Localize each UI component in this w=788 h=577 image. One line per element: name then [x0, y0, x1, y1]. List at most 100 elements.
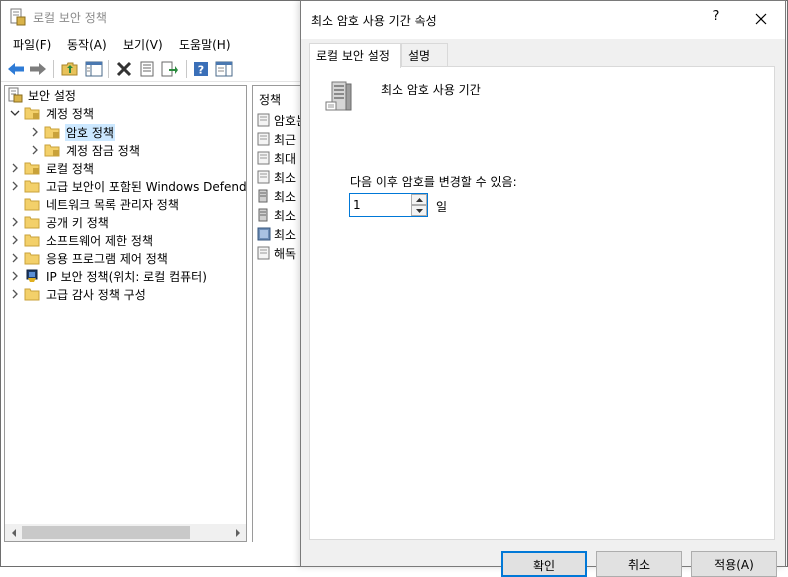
tree-item-public-key-policies[interactable]: 공개 키 정책 — [9, 213, 110, 231]
show-hide-tree-icon[interactable] — [84, 59, 104, 79]
tree-item-software-restriction[interactable]: 소프트웨어 제한 정책 — [9, 231, 154, 249]
policy-item-icon — [257, 246, 270, 260]
cancel-button[interactable]: 취소 — [596, 551, 682, 577]
chevron-right-icon[interactable] — [29, 144, 41, 156]
policy-item-icon — [257, 132, 270, 146]
tree-item-label: 고급 보안이 포함된 Windows Defender 방화벽 — [46, 179, 247, 194]
server-policy-icon — [258, 189, 268, 203]
scrollbar-thumb[interactable] — [22, 526, 190, 539]
list-item[interactable]: 최대 — [257, 149, 296, 167]
list-item[interactable]: 최소 — [257, 168, 296, 186]
tab-explain[interactable]: 설명 — [401, 43, 448, 67]
tree-item-label: 네트워크 목록 관리자 정책 — [46, 197, 179, 212]
list-item[interactable]: 최소 — [257, 187, 296, 205]
tree-item-label: 계정 정책 — [46, 106, 94, 121]
close-button[interactable] — [749, 7, 773, 31]
list-item-label: 해독 — [274, 246, 297, 261]
policy-item-icon — [257, 170, 270, 184]
details-pane-icon[interactable] — [214, 59, 234, 79]
list-item[interactable]: 해독 — [257, 244, 296, 262]
chevron-right-icon[interactable] — [9, 162, 21, 174]
toolbar: ? — [1, 56, 301, 82]
list-item-label: 최대 — [274, 151, 297, 166]
tab-local-security-setting[interactable]: 로컬 보안 설정 — [309, 43, 401, 68]
days-input[interactable] — [350, 194, 410, 216]
chevron-up-icon — [415, 197, 423, 202]
up-folder-icon[interactable] — [60, 59, 80, 79]
chevron-right-icon[interactable] — [9, 216, 21, 228]
menu-action[interactable]: 동작(A) — [67, 36, 107, 53]
chevron-right-icon[interactable] — [9, 252, 21, 264]
list-item-selected[interactable]: 최소 — [257, 225, 296, 243]
chevron-right-icon[interactable] — [9, 288, 21, 300]
help-button[interactable]: ? — [706, 9, 726, 29]
tree-item-network-list-manager[interactable]: 네트워크 목록 관리자 정책 — [9, 195, 180, 213]
chevron-right-icon[interactable] — [9, 234, 21, 246]
list-item-label: 최소 — [274, 189, 297, 204]
delete-icon[interactable] — [114, 59, 134, 79]
folder-lock-icon — [44, 144, 60, 157]
list-item[interactable]: 최소 — [257, 206, 296, 224]
main-titlebar: 로컬 보안 정책 — [1, 1, 301, 33]
server-policy-icon — [257, 227, 271, 241]
list-item-label: 최소 — [274, 227, 297, 242]
back-arrow-icon[interactable] — [6, 59, 26, 79]
server-policy-icon — [258, 208, 268, 222]
tree-item-label: 계정 잠금 정책 — [66, 143, 140, 158]
tree-item-account-policies[interactable]: 계정 정책 — [9, 104, 95, 122]
list-item-label: 최소 — [274, 170, 297, 185]
menu-file[interactable]: 파일(F) — [13, 36, 51, 53]
list-header-policy[interactable]: 정책 — [259, 91, 281, 108]
tree-item-local-policies[interactable]: 로컬 정책 — [9, 159, 95, 177]
tree-item-label: 보안 설정 — [28, 88, 76, 103]
tree-item-security-settings[interactable]: 보안 설정 — [7, 86, 77, 104]
folder-lock-icon — [24, 162, 40, 175]
forward-arrow-icon[interactable] — [28, 59, 48, 79]
folder-icon — [24, 234, 40, 247]
svg-text:?: ? — [198, 64, 204, 77]
chevron-right-icon[interactable] — [9, 180, 21, 192]
scroll-right-icon[interactable] — [229, 524, 246, 541]
properties-icon[interactable] — [137, 59, 157, 79]
tree-item-label: 응용 프로그램 제어 정책 — [46, 251, 168, 266]
export-list-icon[interactable] — [160, 59, 180, 79]
days-spinner[interactable] — [349, 193, 428, 217]
help-icon[interactable]: ? — [191, 59, 211, 79]
folder-icon — [24, 198, 40, 211]
tree-item-advanced-audit[interactable]: 고급 감사 정책 구성 — [9, 285, 147, 303]
tree-horizontal-scrollbar[interactable] — [5, 524, 246, 541]
chevron-right-icon[interactable] — [29, 126, 41, 138]
tab-strip: 로컬 보안 설정 설명 — [309, 43, 779, 68]
scroll-left-icon[interactable] — [5, 524, 22, 541]
tree-item-label: 공개 키 정책 — [46, 215, 109, 230]
policy-item-icon — [257, 113, 270, 127]
properties-dialog: 최소 암호 사용 기간 속성 ? 로컬 보안 설정 설명 최소 암호 사용 기간… — [300, 0, 786, 577]
tree-item-password-policy[interactable]: 암호 정책 — [29, 123, 115, 141]
apply-button[interactable]: 적용(A) — [691, 551, 777, 577]
tree-item-defender-firewall[interactable]: 고급 보안이 포함된 Windows Defender 방화벽 — [9, 177, 247, 195]
tree-item-label: IP 보안 정책(위치: 로컬 컴퓨터) — [46, 269, 207, 284]
ok-button[interactable]: 확인 — [501, 551, 587, 577]
days-unit-label: 일 — [436, 200, 448, 214]
local-security-policy-icon — [10, 8, 26, 26]
chevron-down-icon[interactable] — [9, 107, 21, 119]
change-after-label: 다음 이후 암호를 변경할 수 있음: — [350, 175, 517, 189]
list-item[interactable]: 최근 — [257, 130, 296, 148]
spin-up-button[interactable] — [411, 194, 427, 205]
tree-item-application-control[interactable]: 응용 프로그램 제어 정책 — [9, 249, 169, 267]
tree-item-ip-security[interactable]: IP 보안 정책(위치: 로컬 컴퓨터) — [9, 267, 208, 285]
chevron-right-icon[interactable] — [9, 270, 21, 282]
menu-help[interactable]: 도움말(H) — [179, 36, 231, 53]
server-policy-icon — [325, 81, 352, 111]
tree-item-label: 고급 감사 정책 구성 — [46, 287, 146, 302]
folder-icon — [24, 180, 40, 193]
ip-security-icon — [26, 269, 38, 282]
close-icon — [755, 13, 767, 25]
menu-view[interactable]: 보기(V) — [123, 36, 163, 53]
spin-down-button[interactable] — [411, 205, 427, 216]
menu-bar: 파일(F) 동작(A) 보기(V) 도움말(H) — [1, 33, 301, 55]
folder-lock-icon — [44, 126, 60, 139]
tree-item-account-lockout-policy[interactable]: 계정 잠금 정책 — [29, 141, 141, 159]
list-item-label: 최근 — [274, 132, 297, 147]
folder-icon — [24, 216, 40, 229]
